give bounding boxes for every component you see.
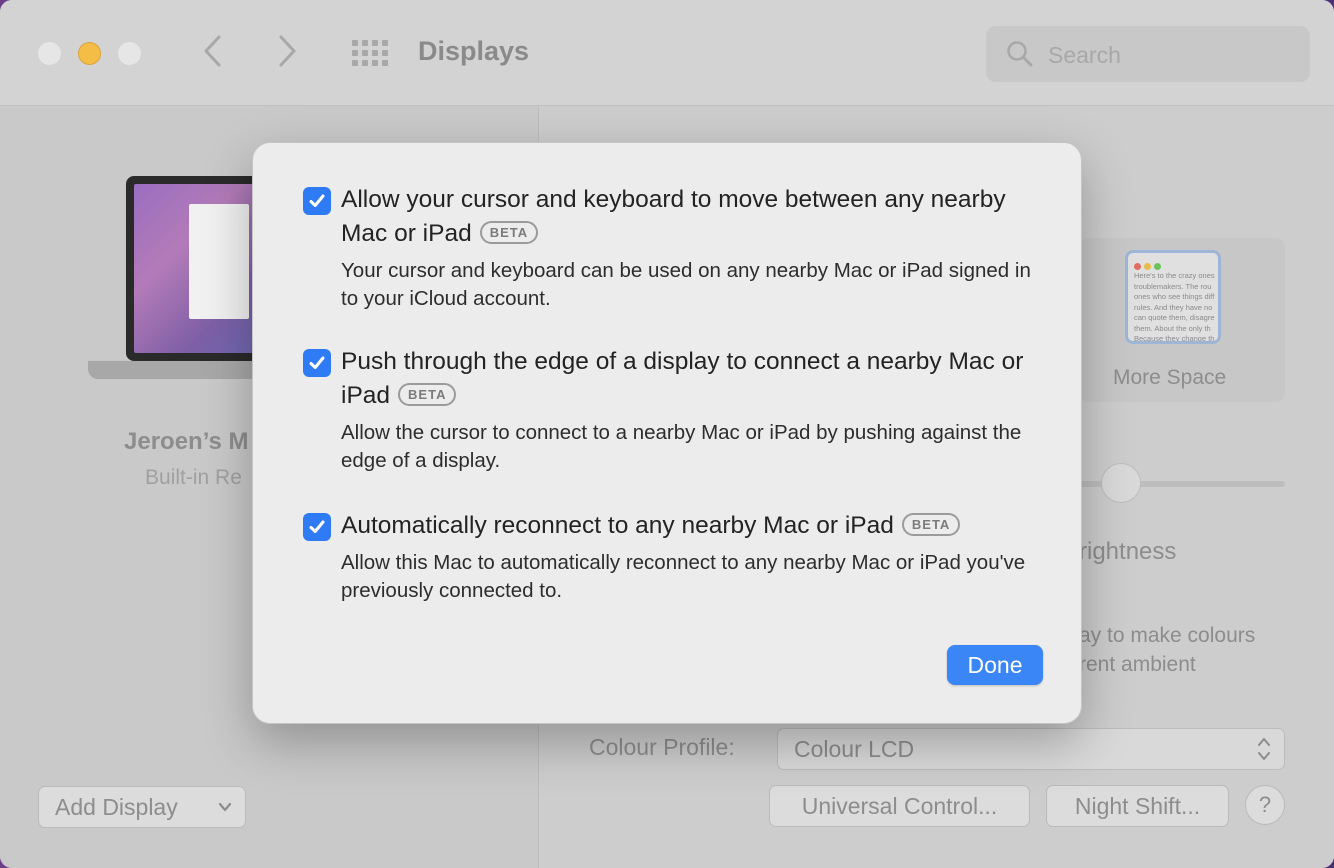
more-space-preview-text: Here's to the crazy ones troublemakers. … xyxy=(1134,271,1215,343)
option-description: Allow this Mac to automatically reconnec… xyxy=(341,551,1026,602)
add-display-label: Add Display xyxy=(55,794,178,820)
option-title: Allow your cursor and keyboard to move b… xyxy=(341,183,1041,251)
add-display-button[interactable]: Add Display xyxy=(38,786,246,828)
help-button[interactable]: ? xyxy=(1245,785,1285,825)
more-space-option[interactable]: Here's to the crazy ones troublemakers. … xyxy=(1079,238,1285,402)
beta-badge: BETA xyxy=(398,383,457,406)
page-title: Displays xyxy=(418,36,530,66)
grid-icon[interactable] xyxy=(352,40,388,68)
device-name: Jeroen’s M xyxy=(124,428,249,455)
search-input[interactable] xyxy=(1048,40,1288,70)
brightness-label: rightness xyxy=(1079,538,1177,565)
option-title-text: Automatically reconnect to any nearby Ma… xyxy=(341,512,894,539)
chevron-left-icon[interactable] xyxy=(202,34,224,76)
updown-chevron-icon xyxy=(1256,735,1272,763)
beta-badge: BETA xyxy=(479,221,539,244)
auto-reconnect-checkbox[interactable] xyxy=(303,513,331,541)
colour-profile-value: Colour LCD xyxy=(794,736,915,762)
system-preferences-window: Displays Jeroen’s M Built-in Re Add Disp… xyxy=(0,0,1334,868)
minimize-window-button[interactable] xyxy=(78,42,101,65)
search-field[interactable] xyxy=(986,26,1310,82)
checkmark-icon xyxy=(309,194,325,207)
beta-badge: BETA xyxy=(901,513,961,536)
checkmark-icon xyxy=(309,520,325,533)
universal-control-dialog: Allow your cursor and keyboard to move b… xyxy=(252,142,1082,724)
more-space-label: More Space xyxy=(1113,366,1227,389)
option-title-text: Allow your cursor and keyboard to move b… xyxy=(341,186,1006,247)
search-icon xyxy=(1006,40,1034,68)
option-description: Your cursor and keyboard can be used on … xyxy=(341,259,1031,310)
close-window-button[interactable] xyxy=(38,42,61,65)
option-description: Allow the cursor to connect to a nearby … xyxy=(341,421,1022,472)
more-space-preview: Here's to the crazy ones troublemakers. … xyxy=(1125,250,1221,344)
checkmark-icon xyxy=(309,356,325,369)
colour-profile-label: Colour Profile: xyxy=(589,734,735,760)
chevron-down-icon xyxy=(217,787,233,841)
toolbar: Displays xyxy=(0,0,1334,106)
chevron-right-icon[interactable] xyxy=(276,34,298,76)
device-subtitle: Built-in Re xyxy=(145,466,242,489)
done-button[interactable]: Done xyxy=(947,645,1043,685)
push-through-edge-checkbox[interactable] xyxy=(303,349,331,377)
zoom-window-button[interactable] xyxy=(118,42,141,65)
cursor-keyboard-checkbox[interactable] xyxy=(303,187,331,215)
ambient-description-line-1: ay to make colours xyxy=(1079,624,1256,647)
option-title: Automatically reconnect to any nearby Ma… xyxy=(341,509,1041,543)
night-shift-button[interactable]: Night Shift... xyxy=(1046,785,1229,827)
option-title: Push through the edge of a display to co… xyxy=(341,345,1041,413)
brightness-slider-knob[interactable] xyxy=(1101,463,1141,503)
colour-profile-select[interactable]: Colour LCD xyxy=(777,728,1285,770)
ambient-description-line-2: rent ambient xyxy=(1079,653,1196,676)
universal-control-button[interactable]: Universal Control... xyxy=(769,785,1030,827)
